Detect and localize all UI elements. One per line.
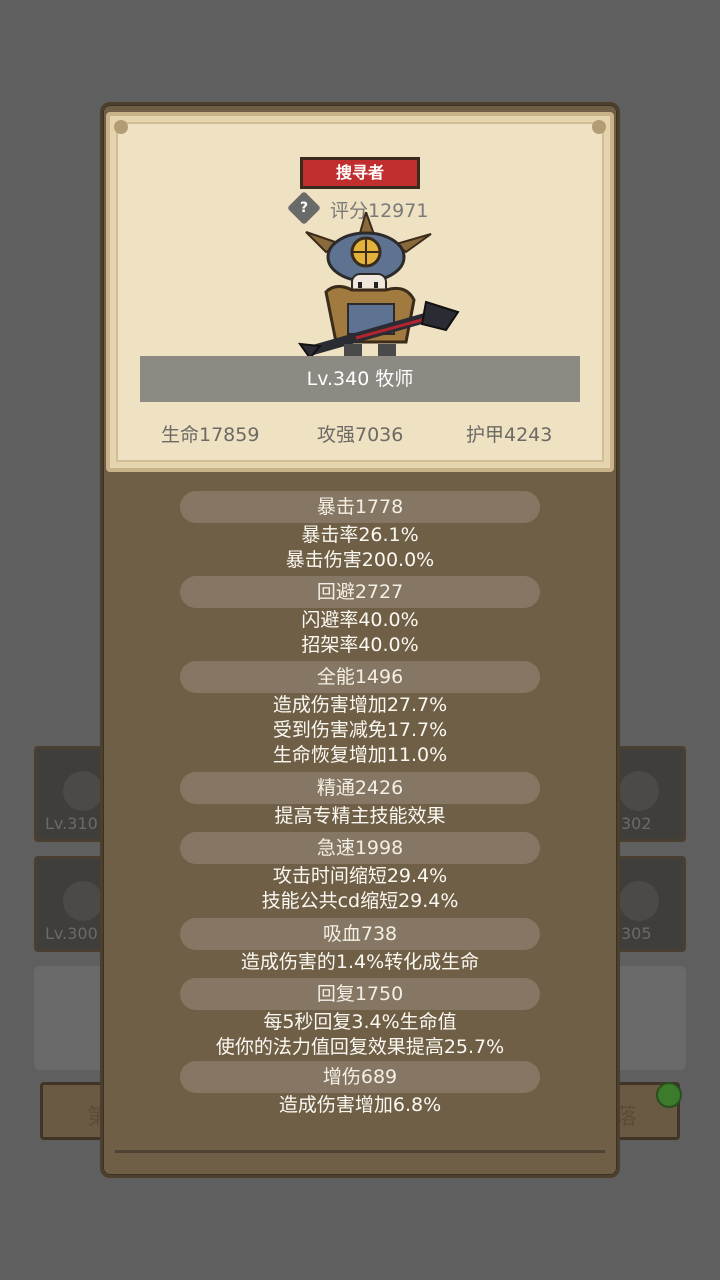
attribute-header: 暴击1778 [180, 491, 540, 523]
attribute-header: 回复1750 [180, 978, 540, 1010]
sword-icon [619, 771, 659, 811]
attribute-header: 增伤689 [180, 1061, 540, 1093]
attribute-line: 闪避率40.0% [301, 609, 419, 631]
belt-icon [63, 881, 103, 921]
attribute-line: 造成伤害增加27.7% [272, 694, 448, 716]
attribute-line: 造成伤害的1.4%转化成生命 [240, 951, 480, 973]
attribute-header: 全能1496 [180, 661, 540, 693]
attribute-line: 暴击伤害200.0% [285, 549, 435, 571]
attack-stat: 攻强7036 [317, 424, 404, 446]
card-corner [592, 120, 606, 134]
attribute-line: 技能公共cd缩短29.4% [261, 890, 459, 912]
card-corner [114, 120, 128, 134]
attribute-line: 暴击率26.1% [301, 524, 419, 546]
slot-level: 305 [621, 924, 652, 943]
ring-icon [619, 881, 659, 921]
helmet-icon [63, 771, 103, 811]
attribute-line: 攻击时间缩短29.4% [272, 865, 448, 887]
attribute-line: 使你的法力值回复效果提高25.7% [215, 1036, 505, 1058]
hero-sprite [297, 212, 460, 360]
rank-badge: 搜寻者 [300, 157, 420, 189]
attribute-header: 急速1998 [180, 832, 540, 864]
level-class-bar: Lv.340 牧师 [140, 356, 580, 402]
attribute-header: 吸血738 [180, 918, 540, 950]
attribute-line: 生命恢复增加11.0% [272, 744, 448, 766]
attribute-line: 每5秒回复3.4%生命值 [263, 1011, 457, 1033]
armor-stat: 护甲4243 [466, 424, 553, 446]
attribute-header: 精通2426 [180, 772, 540, 804]
notification-dot [656, 1082, 682, 1108]
slot-level: Lv.300 [45, 924, 98, 943]
slot-level: Lv.310 [45, 814, 98, 833]
attribute-line: 提高专精主技能效果 [274, 805, 446, 827]
slot-level: 302 [621, 814, 652, 833]
attribute-header: 回避2727 [180, 576, 540, 608]
divider [115, 1150, 605, 1153]
attribute-line: 造成伤害增加6.8% [278, 1094, 442, 1116]
attribute-line: 招架率40.0% [301, 634, 419, 656]
attribute-line: 受到伤害减免17.7% [272, 719, 448, 741]
hp-stat: 生命17859 [161, 424, 260, 446]
